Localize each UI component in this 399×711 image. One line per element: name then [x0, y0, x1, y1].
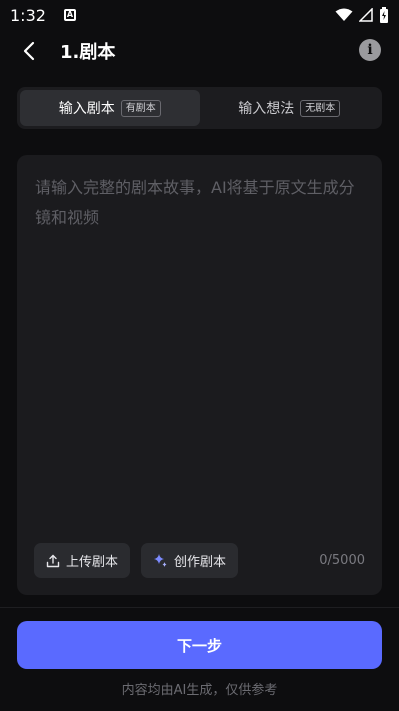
tab-label: 输入剧本: [58, 101, 115, 117]
sparkle-icon: [154, 554, 167, 567]
status-indicators: [335, 7, 389, 23]
tab-input-script[interactable]: 输入剧本 有剧本: [20, 90, 200, 126]
chevron-left-icon: [23, 41, 35, 61]
editor-actions: 上传剧本 创作剧本: [34, 543, 239, 578]
app-header: 1.剧本 i: [0, 30, 399, 72]
mode-tabs: 输入剧本 有剧本 输入想法 无剧本: [17, 87, 382, 129]
tab-badge: 有剧本: [120, 99, 161, 117]
create-script-button[interactable]: 创作剧本: [141, 543, 239, 578]
page-title: 1.剧本: [60, 42, 116, 63]
signal-icon: [359, 8, 373, 22]
status-bar: 1:32 A: [0, 0, 399, 30]
tab-badge: 无剧本: [300, 99, 341, 117]
back-button[interactable]: [16, 38, 42, 64]
info-icon: i: [367, 42, 373, 58]
battery-icon: [380, 7, 388, 23]
upload-icon: [46, 554, 60, 567]
upload-script-label: 上传剧本: [66, 555, 119, 570]
ai-disclaimer: 内容均由AI生成，仅供参考: [121, 683, 278, 698]
notification-a-icon: A: [63, 9, 76, 21]
script-editor-card: 上传剧本 创作剧本 0/5000: [17, 155, 382, 595]
script-input[interactable]: [17, 155, 382, 525]
tab-input-idea[interactable]: 输入想法 无剧本: [200, 90, 380, 126]
upload-script-button[interactable]: 上传剧本: [34, 543, 131, 578]
char-count: 0/5000: [319, 553, 365, 568]
tab-label: 输入想法: [238, 101, 295, 117]
info-button[interactable]: i: [359, 39, 381, 61]
footer-divider: [0, 607, 399, 608]
next-step-button[interactable]: 下一步: [17, 621, 382, 669]
create-script-label: 创作剧本: [174, 555, 227, 570]
wifi-icon: [335, 8, 353, 21]
status-time: 1:32: [10, 5, 46, 25]
